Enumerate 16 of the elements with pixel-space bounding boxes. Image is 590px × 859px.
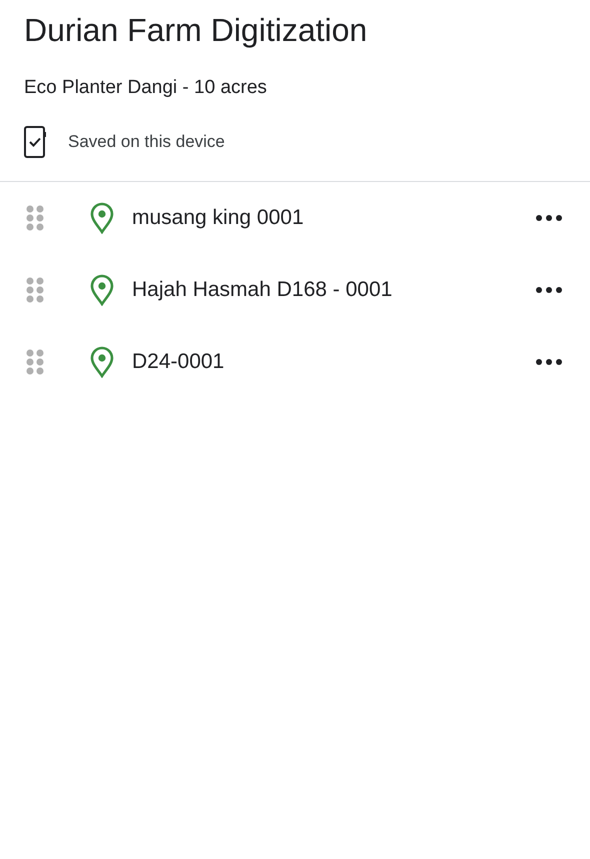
- device-check-icon: [24, 126, 46, 158]
- farm-subtitle: Eco Planter Dangi - 10 acres: [24, 76, 268, 100]
- more-icon: [536, 359, 562, 365]
- location-name[interactable]: musang king 0001: [132, 206, 532, 230]
- location-name[interactable]: Hajah Hasmah D168 - 0001: [132, 278, 532, 302]
- drag-handle-icon[interactable]: [26, 349, 44, 375]
- location-pin-icon: [90, 346, 114, 378]
- location-pin-icon: [90, 274, 114, 306]
- more-icon: [536, 287, 562, 293]
- page-title: Durian Farm Digitization: [24, 11, 368, 50]
- save-status: Saved on this device: [68, 132, 225, 152]
- drag-handle-icon[interactable]: [26, 205, 44, 231]
- drag-handle-icon[interactable]: [26, 277, 44, 303]
- location-pin-icon: [90, 202, 114, 234]
- more-icon: [536, 215, 562, 221]
- location-name[interactable]: D24-0001: [132, 350, 532, 374]
